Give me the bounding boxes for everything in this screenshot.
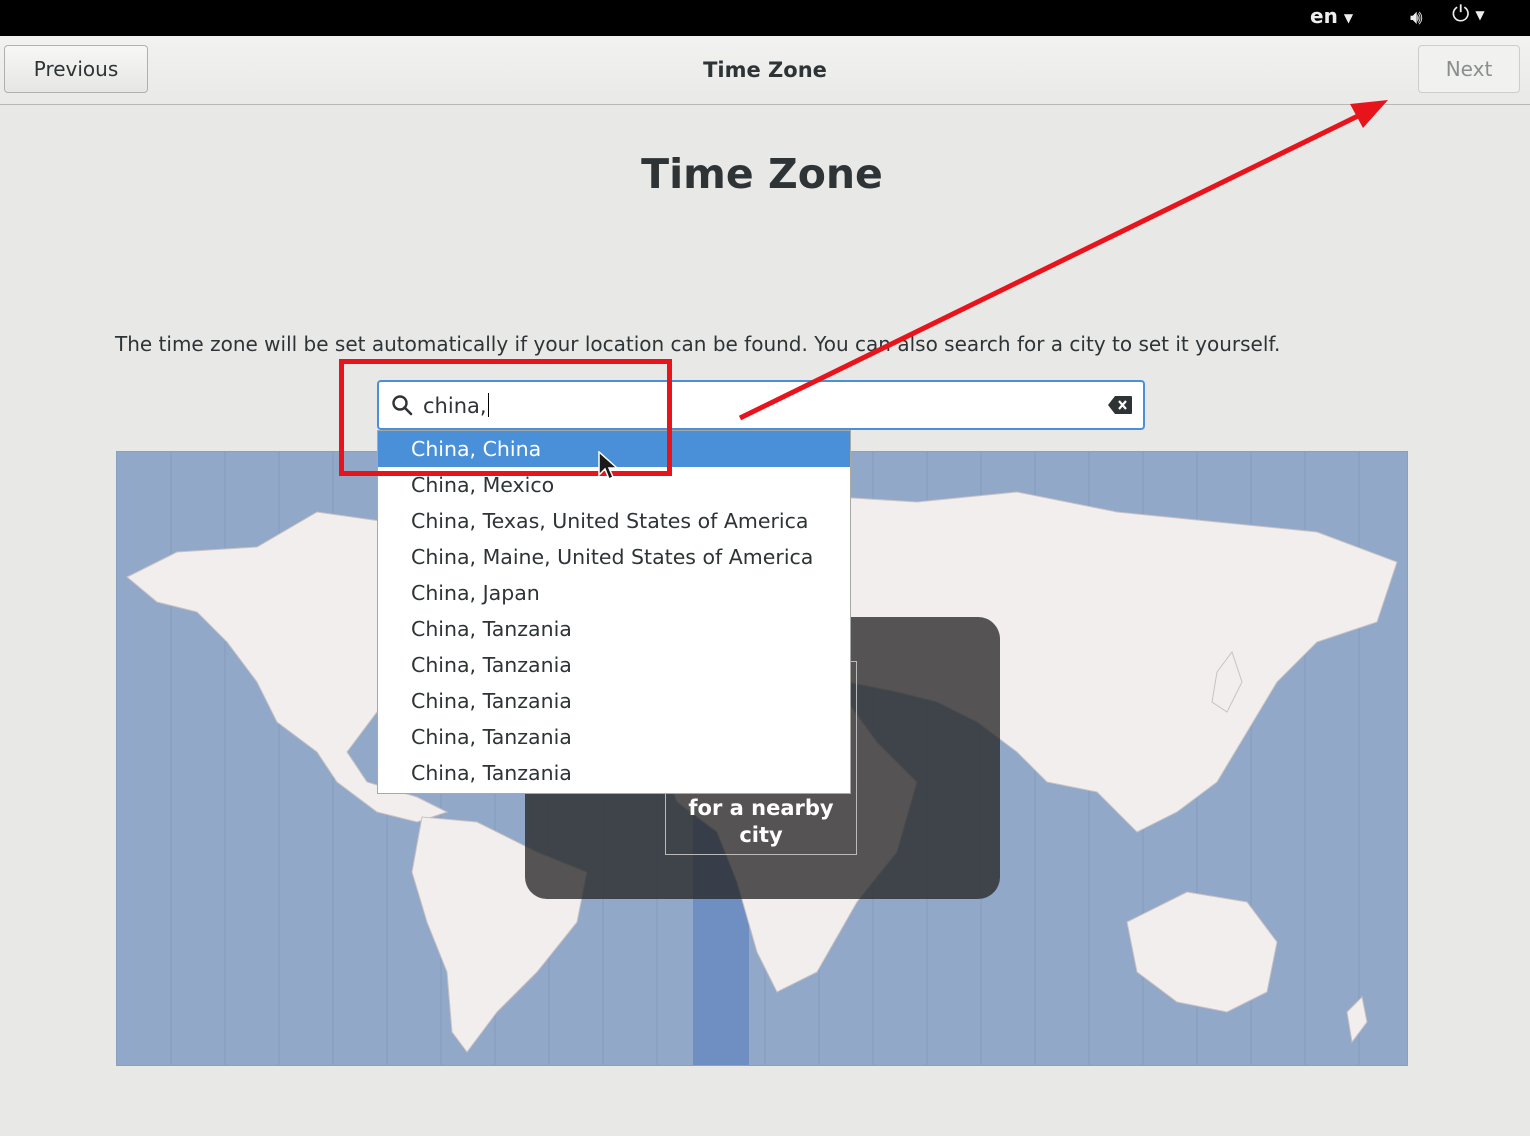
result-item[interactable]: China, Tanzania (378, 647, 850, 683)
chevron-down-icon: ▼ (1475, 8, 1485, 22)
overlay-text: for a nearby city (688, 796, 834, 847)
power-menu[interactable]: ⏻ ▼ (1452, 2, 1485, 27)
language-label: en (1310, 4, 1338, 28)
result-item[interactable]: China, Texas, United States of America (378, 503, 850, 539)
power-icon: ⏻ (1452, 2, 1470, 27)
search-results-list: China, China China, Mexico China, Texas,… (377, 430, 851, 794)
result-item[interactable]: China, Tanzania (378, 719, 850, 755)
top-bar: en ▼ 🔊︎ ⏻ ▼ (0, 0, 1530, 36)
language-menu[interactable]: en ▼ (1310, 4, 1353, 28)
header-title: Time Zone (703, 58, 827, 82)
result-item[interactable]: China, Tanzania (378, 611, 850, 647)
page-description: The time zone will be set automatically … (115, 332, 1281, 356)
result-item[interactable]: China, Tanzania (378, 755, 850, 791)
result-item[interactable]: China, Maine, United States of America (378, 539, 850, 575)
chevron-down-icon: ▼ (1343, 10, 1354, 25)
result-item[interactable]: China, Tanzania (378, 683, 850, 719)
header-bar: Previous Time Zone Next (0, 36, 1530, 105)
annotation-highlight-box (339, 359, 672, 476)
result-item[interactable]: China, Japan (378, 575, 850, 611)
volume-icon[interactable]: 🔊︎ (1410, 5, 1423, 29)
page-title: Time Zone (641, 150, 883, 198)
clear-icon[interactable] (1107, 395, 1133, 415)
mouse-cursor-icon (598, 451, 619, 481)
next-button[interactable]: Next (1418, 45, 1520, 93)
